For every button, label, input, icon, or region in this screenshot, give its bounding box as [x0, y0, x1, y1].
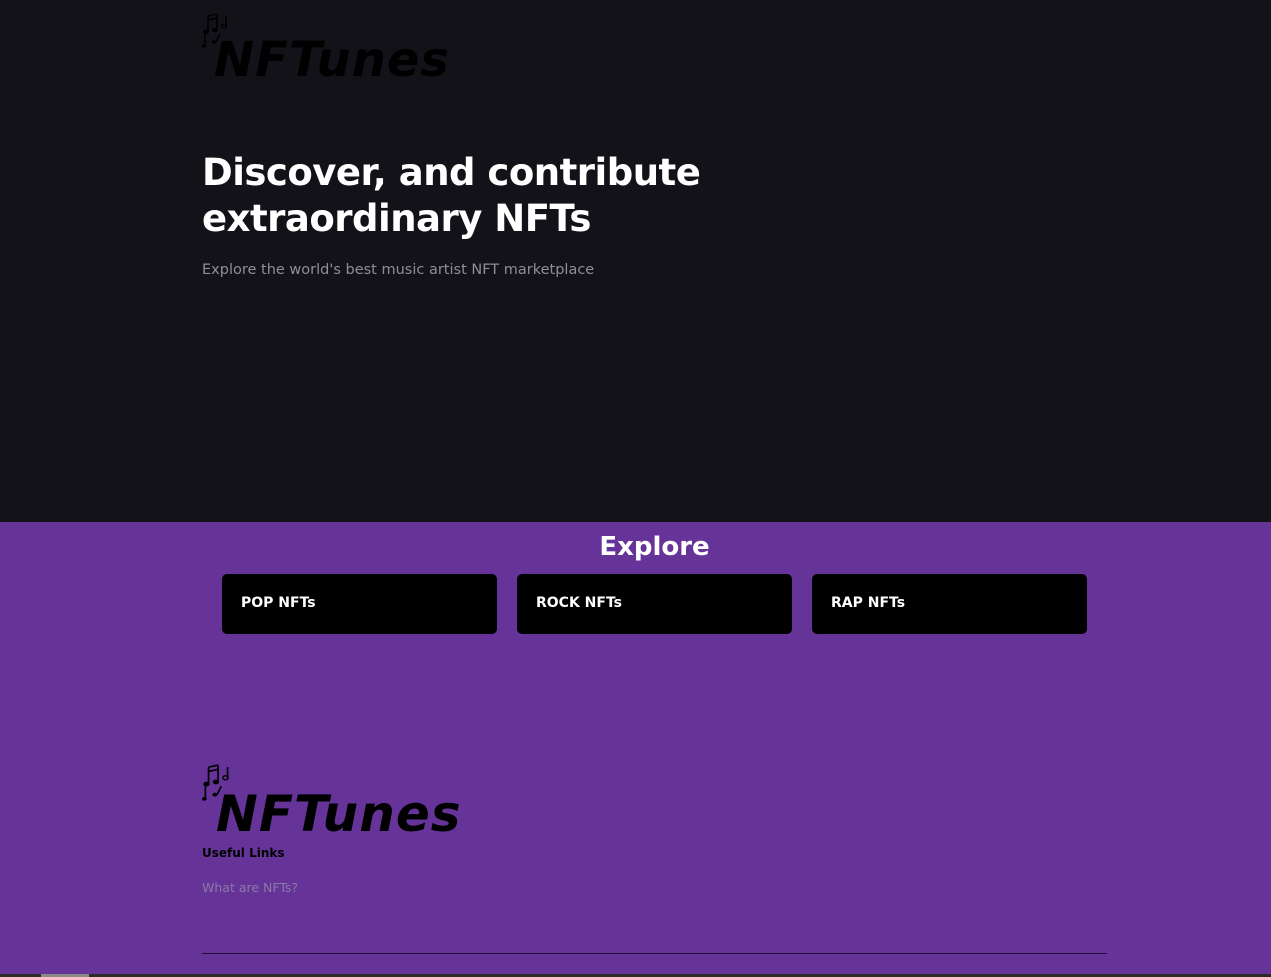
hero-title: Discover, and contribute extraordinary N…	[202, 150, 762, 242]
brand-wordmark: NFTunes	[214, 32, 450, 88]
useful-links-heading: Useful Links	[202, 846, 285, 860]
hero-title-line-2: extraordinary NFTs	[202, 197, 591, 240]
category-card-pop[interactable]: POP NFTs	[222, 574, 497, 634]
explore-title: Explore	[599, 532, 710, 562]
footer-divider	[202, 953, 1107, 954]
category-card-rap[interactable]: RAP NFTs	[812, 574, 1087, 634]
category-card-label: RAP NFTs	[831, 595, 906, 611]
category-card-rock[interactable]: ROCK NFTs	[517, 574, 792, 634]
footer-link-what-are-nfts[interactable]: What are NFTs?	[202, 880, 298, 895]
brand-wordmark: NFTunes	[216, 785, 462, 843]
hero-section: NFTunes Discover, and contribute extraor…	[0, 0, 1271, 522]
hero-title-line-1: Discover, and contribute	[202, 151, 701, 194]
category-card-label: POP NFTs	[241, 595, 316, 611]
hero-subtitle: Explore the world's best music artist NF…	[202, 262, 595, 278]
category-card-label: ROCK NFTs	[536, 595, 622, 611]
